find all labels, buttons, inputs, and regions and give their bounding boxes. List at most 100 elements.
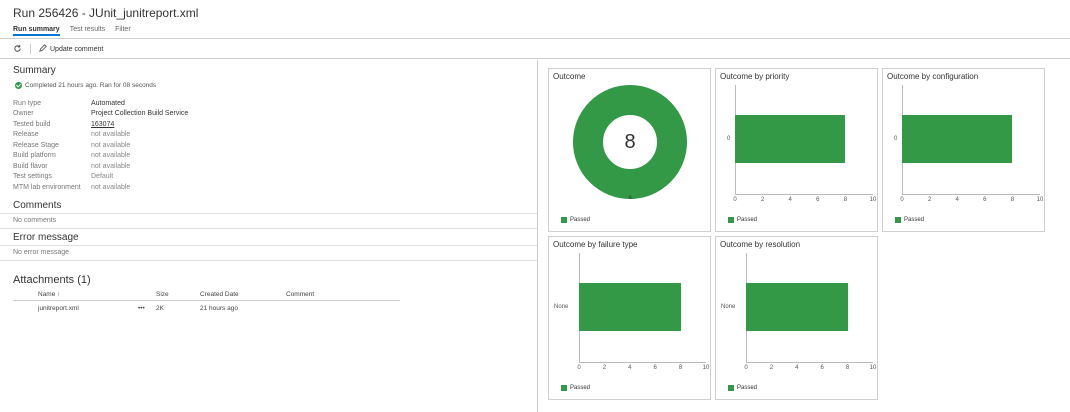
x-axis-line xyxy=(735,194,873,195)
outcome-by-failure-type-card: Outcome by failure type None Passed 0 2 4 6… xyxy=(548,236,711,400)
outcome-donut-chart: 8 8 xyxy=(573,85,687,199)
section-divider xyxy=(0,245,537,246)
field-key: Build flavor xyxy=(13,162,48,170)
category-label: 0 xyxy=(727,136,731,142)
field-row: Tested build 163074 xyxy=(13,119,188,130)
chart-legend: Passed xyxy=(728,217,757,223)
card-title: Outcome xyxy=(553,72,586,81)
bar-passed[interactable] xyxy=(579,283,681,331)
toolbar-separator xyxy=(30,44,31,54)
legend-swatch xyxy=(561,217,567,223)
attachment-created: 21 hours ago xyxy=(200,305,238,312)
header: Run 256426 - JUnit_junitreport.xml Run s… xyxy=(0,0,1070,40)
more-options-icon[interactable]: ••• xyxy=(138,305,145,312)
x-tick-label: 0 xyxy=(744,365,748,371)
x-tick-label: 10 xyxy=(869,365,877,371)
legend-swatch xyxy=(728,385,734,391)
comments-empty-text: No comments xyxy=(13,217,57,224)
refresh-icon[interactable] xyxy=(13,44,22,55)
x-tick-label: 4 xyxy=(795,365,799,371)
field-value: Default xyxy=(91,173,114,181)
section-divider xyxy=(0,260,537,261)
bar-passed[interactable] xyxy=(902,115,1013,163)
category-label: None xyxy=(554,304,569,310)
category-label: 0 xyxy=(894,136,898,142)
outcome-card: Outcome 8 8 Passed xyxy=(548,68,711,232)
field-row: Run type Automated xyxy=(13,98,188,109)
column-header-comment[interactable]: Comment xyxy=(286,291,314,298)
field-key: Owner xyxy=(13,110,34,118)
outcome-by-resolution-card: Outcome by resolution None Passed 0 2 4 6 8 1… xyxy=(715,236,878,400)
tab-test-results[interactable]: Test results xyxy=(70,26,105,36)
tab-bar: Run summary Test results Filter xyxy=(13,26,131,36)
x-axis-line xyxy=(746,362,873,363)
field-row: MTM lab environment not available xyxy=(13,182,188,193)
legend-label: Passed xyxy=(570,217,591,223)
tab-run-summary[interactable]: Run summary xyxy=(13,26,60,36)
field-row: Release not available xyxy=(13,130,188,141)
bar-passed[interactable] xyxy=(746,283,848,331)
column-header-created[interactable]: Created Date xyxy=(200,291,239,298)
error-message-heading: Error message xyxy=(13,232,79,243)
chart-legend: Passed xyxy=(895,217,924,223)
summary-fields: Run type Automated Owner Project Collect… xyxy=(13,98,188,193)
field-row: Test settings Default xyxy=(13,172,188,183)
outcome-by-configuration-card: Outcome by configuration 0 Passed 0 2 4 6 8 1… xyxy=(882,68,1045,232)
field-key: Run type xyxy=(13,99,42,107)
field-row: Build flavor not available xyxy=(13,161,188,172)
x-tick-label: 8 xyxy=(845,365,850,371)
pencil-icon xyxy=(39,44,47,54)
status-text: Completed 21 hours ago. Ran for 08 secon… xyxy=(25,82,157,89)
x-tick-label: 8 xyxy=(678,365,683,371)
card-title: Outcome by priority xyxy=(720,72,790,81)
x-tick-label: 4 xyxy=(788,197,792,203)
update-comment-button[interactable]: Update comment xyxy=(39,44,103,54)
attachment-name-link[interactable]: junitreport.xml xyxy=(38,305,79,312)
x-tick-label: 4 xyxy=(955,197,959,203)
field-value: not available xyxy=(91,131,131,139)
legend-swatch xyxy=(561,385,567,391)
field-key: Release xyxy=(13,131,39,139)
status-line: Completed 21 hours ago. Ran for 08 secon… xyxy=(15,82,156,89)
attachments-table: Name ↑ Size Created Date Comment junitre… xyxy=(13,289,400,315)
x-axis-line xyxy=(579,362,706,363)
field-value: Project Collection Build Service xyxy=(91,110,189,118)
x-tick-label: 2 xyxy=(927,197,932,203)
card-title: Outcome by failure type xyxy=(553,240,638,249)
x-tick-label: 6 xyxy=(983,197,987,203)
chart-legend: Passed xyxy=(561,217,590,223)
legend-label: Passed xyxy=(737,217,758,223)
x-tick-label: 2 xyxy=(602,365,607,371)
panel-divider xyxy=(537,60,538,412)
toolbar-divider xyxy=(0,58,1070,59)
legend-swatch xyxy=(728,217,734,223)
donut-center-value: 8 xyxy=(624,131,635,153)
error-empty-text: No error message xyxy=(13,249,70,256)
summary-panel: Summary Completed 21 hours ago. Ran for … xyxy=(0,60,537,412)
x-tick-label: 2 xyxy=(769,365,774,371)
sort-arrow-icon: ↑ xyxy=(57,291,61,298)
table-header: Name ↑ Size Created Date Comment xyxy=(13,289,400,301)
column-header-name[interactable]: Name ↑ xyxy=(38,291,60,298)
chart-legend: Passed xyxy=(728,385,757,391)
field-value: not available xyxy=(91,162,131,170)
comments-heading: Comments xyxy=(13,200,62,211)
category-label: None xyxy=(721,304,736,310)
x-tick-label: 8 xyxy=(1010,197,1015,203)
x-tick-label: 0 xyxy=(900,197,904,203)
x-tick-label: 6 xyxy=(820,365,824,371)
x-axis-line xyxy=(902,194,1040,195)
field-key: Build platform xyxy=(13,152,56,160)
section-divider xyxy=(0,228,537,229)
section-divider xyxy=(0,213,537,214)
toolbar: Update comment xyxy=(13,43,103,55)
table-row[interactable]: junitreport.xml ••• 2K 21 hours ago xyxy=(13,301,400,315)
bar-passed[interactable] xyxy=(735,115,846,163)
x-tick-label: 0 xyxy=(733,197,737,203)
tested-build-link[interactable]: 163074 xyxy=(91,121,114,128)
tab-filter[interactable]: Filter xyxy=(115,26,131,36)
field-value: not available xyxy=(91,141,131,149)
field-row: Build platform not available xyxy=(13,151,188,162)
x-tick-label: 6 xyxy=(816,197,820,203)
column-header-size[interactable]: Size xyxy=(156,291,169,298)
